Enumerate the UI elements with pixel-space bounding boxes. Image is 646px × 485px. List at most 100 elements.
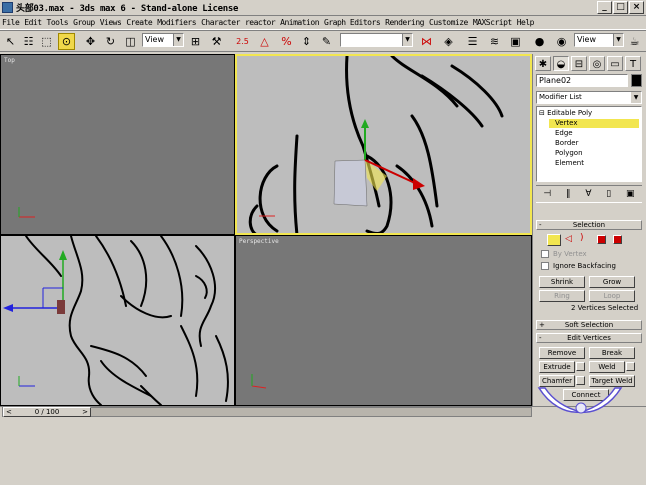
menu-file[interactable]: File — [2, 18, 20, 27]
mirror-icon[interactable]: ⋈ — [418, 33, 435, 50]
ignore-backfacing-checkbox[interactable] — [541, 262, 549, 270]
stack-item-vertex[interactable]: Vertex — [549, 119, 639, 128]
layer-manager-icon[interactable]: ☰ — [464, 33, 481, 50]
menu-character[interactable]: Character — [201, 18, 240, 27]
make-unique-icon[interactable]: ∀ — [585, 189, 591, 199]
chevron-right-icon[interactable]: > — [82, 408, 88, 416]
object-color-swatch[interactable] — [631, 74, 642, 87]
menu-modifiers[interactable]: Modifiers — [157, 18, 196, 27]
menu-group[interactable]: Group — [73, 18, 95, 27]
menu-reactor[interactable]: reactor — [245, 18, 276, 27]
remove-button[interactable]: Remove — [539, 347, 585, 359]
object-name-value: Plane02 — [539, 76, 572, 85]
show-end-result-icon[interactable]: ‖ — [566, 189, 571, 199]
ring-button[interactable]: Ring — [539, 290, 585, 302]
shrink-button[interactable]: Shrink — [539, 276, 585, 288]
viewport-front[interactable] — [235, 54, 532, 235]
menu-maxscript[interactable]: MAXScript — [473, 18, 512, 27]
viewport-top[interactable]: Top — [0, 54, 235, 235]
menu-help[interactable]: Help — [517, 18, 535, 27]
loop-button[interactable]: Loop — [589, 290, 635, 302]
object-name-field[interactable]: Plane02 — [536, 74, 628, 87]
snap-toggle-icon[interactable]: 2.5 — [234, 33, 251, 50]
snap-label: 2.5 — [236, 36, 249, 46]
time-slider-thumb[interactable]: < 0 / 100 > — [3, 407, 91, 417]
stack-item-element[interactable]: Element — [555, 159, 584, 168]
reference-coord-dropdown[interactable]: View ▼ — [142, 33, 184, 47]
soft-selection-rollout-header[interactable]: + Soft Selection — [536, 320, 642, 330]
time-slider[interactable]: < 0 / 100 > — [2, 407, 532, 417]
collapse-icon[interactable]: ⊟ — [539, 109, 547, 117]
element-subobject-icon[interactable] — [613, 235, 622, 244]
axis-tripod-icon — [251, 374, 267, 389]
vertex-subobject-icon[interactable] — [547, 234, 561, 246]
menu-animation[interactable]: Animation — [280, 18, 319, 27]
utilities-tab-icon[interactable]: T — [625, 56, 641, 71]
hierarchy-tab-icon[interactable]: ⊟ — [571, 56, 587, 71]
create-tab-icon[interactable]: ✱ — [535, 56, 551, 71]
extrude-button[interactable]: Extrude — [539, 361, 575, 373]
remove-modifier-icon[interactable]: ▯ — [606, 189, 611, 199]
polygon-subobject-icon[interactable] — [597, 235, 606, 244]
render-type-dropdown[interactable]: View ▼ — [574, 33, 624, 47]
rectangular-selection-icon[interactable]: ⬚ — [38, 33, 55, 50]
menu-bar: File Edit Tools Group Views Create Modif… — [0, 16, 646, 30]
chevron-left-icon[interactable]: < — [6, 408, 12, 416]
pivot-center-icon[interactable]: ⊞ — [187, 33, 204, 50]
edge-subobject-icon[interactable]: ◁ — [565, 234, 572, 244]
edit-vertices-rollout-header[interactable]: - Edit Vertices — [536, 333, 642, 343]
curve-editor-icon[interactable]: ≋ — [486, 33, 503, 50]
stack-item-border[interactable]: Border — [555, 139, 578, 148]
stack-item-polygon[interactable]: Polygon — [555, 149, 583, 158]
display-tab-icon[interactable]: ▭ — [607, 56, 623, 71]
viewport-perspective[interactable]: Perspective — [235, 235, 532, 406]
select-and-rotate-icon[interactable]: ↻ — [102, 33, 119, 50]
schematic-view-icon[interactable]: ▣ — [507, 33, 524, 50]
menu-edit[interactable]: Edit — [24, 18, 42, 27]
minimize-button[interactable]: _ — [597, 1, 612, 14]
break-button[interactable]: Break — [589, 347, 635, 359]
select-by-name-icon[interactable]: ☷ — [20, 33, 37, 50]
grow-button[interactable]: Grow — [589, 276, 635, 288]
by-vertex-checkbox[interactable] — [541, 250, 549, 258]
border-subobject-icon[interactable]: ) — [580, 233, 584, 243]
app-icon — [2, 2, 13, 13]
window-crossing-icon[interactable]: ⊙ — [58, 33, 75, 50]
menu-rendering[interactable]: Rendering — [385, 18, 424, 27]
menu-views[interactable]: Views — [100, 18, 122, 27]
viewport-left[interactable] — [0, 235, 235, 406]
stack-root-editable-poly[interactable]: ⊟ Editable Poly — [539, 109, 592, 118]
rollout-title: Selection — [572, 221, 606, 229]
select-and-move-icon[interactable]: ✥ — [82, 33, 99, 50]
quick-render-icon[interactable]: ☕ — [626, 33, 643, 50]
extrude-settings-icon[interactable] — [576, 362, 585, 371]
select-manipulate-icon[interactable]: ⚒ — [208, 33, 225, 50]
menu-graph-editors[interactable]: Graph Editors — [324, 18, 381, 27]
angle-snap-icon[interactable]: △ — [256, 33, 273, 50]
menu-create[interactable]: Create — [126, 18, 152, 27]
weld-button[interactable]: Weld — [589, 361, 625, 373]
close-button[interactable]: × — [629, 1, 644, 14]
select-object-icon[interactable]: ↖ — [2, 33, 19, 50]
named-selection-set-dropdown[interactable]: ▼ — [340, 33, 413, 47]
material-editor-icon[interactable]: ● — [531, 33, 548, 50]
edit-named-selection-icon[interactable]: ✎ — [318, 33, 335, 50]
spinner-snap-icon[interactable]: ⇕ — [298, 33, 315, 50]
selection-rollout-header[interactable]: - Selection — [536, 220, 642, 230]
modifier-list-dropdown[interactable]: Modifier List ▼ — [536, 91, 642, 104]
select-and-scale-icon[interactable]: ◫ — [122, 33, 139, 50]
align-icon[interactable]: ◈ — [440, 33, 457, 50]
render-scene-icon[interactable]: ◉ — [553, 33, 570, 50]
percent-snap-icon[interactable]: % — [278, 33, 295, 50]
motion-tab-icon[interactable]: ◎ — [589, 56, 605, 71]
stack-item-label: Edge — [555, 129, 573, 137]
modify-tab-icon[interactable]: ◒ — [553, 56, 569, 71]
menu-tools[interactable]: Tools — [47, 18, 69, 27]
maximize-button[interactable]: □ — [613, 1, 628, 14]
weld-settings-icon[interactable] — [626, 362, 635, 371]
collapse-icon: - — [539, 334, 542, 342]
stack-item-edge[interactable]: Edge — [555, 129, 573, 138]
menu-customize[interactable]: Customize — [429, 18, 468, 27]
configure-modifier-sets-icon[interactable]: ▣ — [626, 189, 635, 199]
pin-stack-icon[interactable]: ⊣ — [543, 189, 551, 199]
